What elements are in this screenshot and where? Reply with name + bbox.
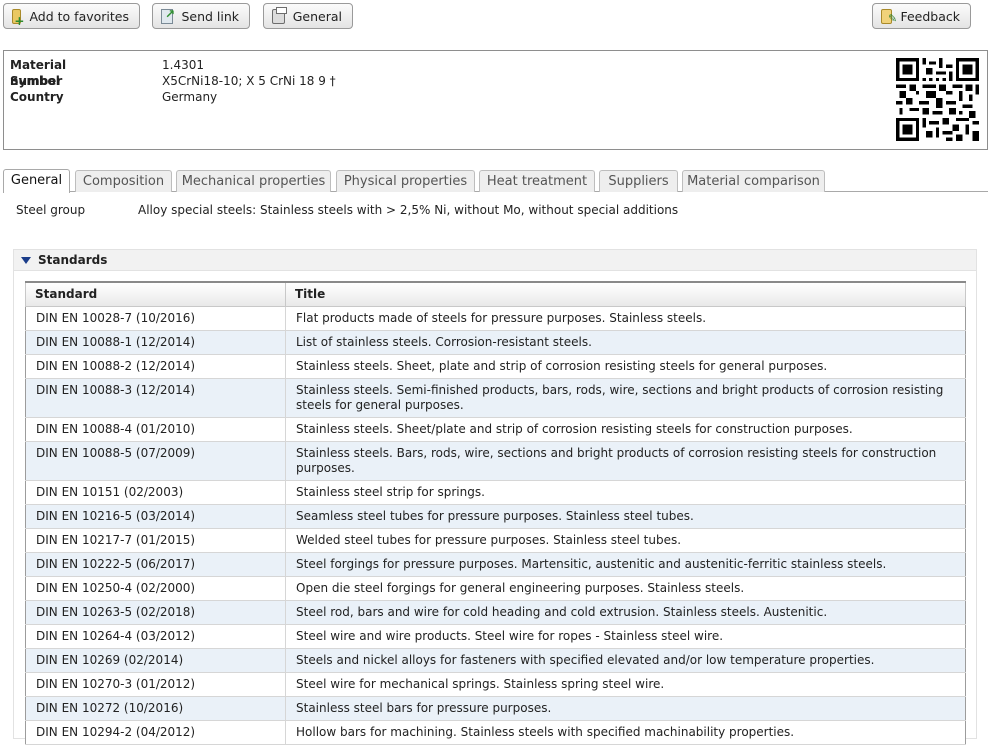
toolbar: Add to favorites Send link General Feedb… [0, 0, 992, 36]
table-row: DIN EN 10028-7 (10/2016) Flat products ma… [25, 306, 966, 331]
feedback-label: Feedback [900, 8, 960, 24]
tab-mechanical-properties[interactable]: Mechanical properties [176, 170, 331, 192]
title-cell: Hollow bars for machining. Stainless ste… [285, 720, 966, 745]
feedback-button[interactable]: Feedback [872, 3, 971, 29]
tab-heat-treatment[interactable]: Heat treatment [479, 170, 595, 192]
material-number-value: 1.4301 [162, 58, 204, 72]
standard-cell: DIN EN 10088-3 (12/2014) [25, 378, 286, 418]
standard-cell: DIN EN 10272 (10/2016) [25, 696, 286, 721]
standard-cell: DIN EN 10269 (02/2014) [25, 648, 286, 673]
country-value: Germany [162, 90, 218, 104]
table-row: DIN EN 10216-5 (03/2014) Seamless steel t… [25, 504, 966, 529]
column-header-title[interactable]: Title [285, 281, 966, 307]
table-row: DIN EN 10294-2 (04/2012) Hollow bars for … [25, 720, 966, 745]
standards-table-header: Standard Title [25, 281, 966, 307]
title-cell: Stainless steels. Sheet/plate and strip … [285, 417, 966, 442]
tab-material-comparison[interactable]: Material comparison [682, 170, 825, 192]
steel-group-label: Steel group [16, 203, 86, 217]
title-cell: Steel forgings for pressure purposes. Ma… [285, 552, 966, 577]
title-cell: Steel wire for mechanical springs. Stain… [285, 672, 966, 697]
title-cell: Steels and nickel alloys for fasteners w… [285, 648, 966, 673]
standards-table: Standard Title DIN EN 10028-7 (10/2016) F… [25, 281, 966, 745]
title-cell: Flat products made of steels for pressur… [285, 306, 966, 331]
tab-physical-properties[interactable]: Physical properties [336, 170, 475, 192]
standards-section-title: Standards [38, 253, 108, 267]
country-label: Country [10, 90, 64, 104]
standard-cell: DIN EN 10088-5 (07/2009) [25, 441, 286, 481]
title-cell: Stainless steels. Sheet, plate and strip… [285, 354, 966, 379]
symbol-value: X5CrNi18-10; X 5 CrNi 18 9 † [162, 74, 336, 88]
table-row: DIN EN 10088-4 (01/2010) Stainless steels… [25, 417, 966, 442]
title-cell: Seamless steel tubes for pressure purpos… [285, 504, 966, 529]
table-row: DIN EN 10272 (10/2016) Stainless steel ba… [25, 696, 966, 721]
column-header-standard[interactable]: Standard [25, 281, 286, 307]
title-cell: Stainless steels. Bars, rods, wire, sect… [285, 441, 966, 481]
table-row: DIN EN 10088-5 (07/2009) Stainless steels… [25, 441, 966, 481]
standard-cell: DIN EN 10250-4 (02/2000) [25, 576, 286, 601]
standard-cell: DIN EN 10216-5 (03/2014) [25, 504, 286, 529]
qr-code-icon [896, 58, 979, 141]
send-link-label: Send link [181, 8, 239, 24]
table-row: DIN EN 10269 (02/2014) Steels and nickel … [25, 648, 966, 673]
standard-cell: DIN EN 10217-7 (01/2015) [25, 528, 286, 553]
title-cell: Stainless steels. Semi-finished products… [285, 378, 966, 418]
standard-cell: DIN EN 10294-2 (04/2012) [25, 720, 286, 745]
printer-icon [272, 6, 287, 24]
symbol-label: Symbol [10, 74, 60, 88]
print-button[interactable]: General [263, 3, 353, 29]
standards-table-body: DIN EN 10028-7 (10/2016) Flat products ma… [25, 306, 966, 745]
standard-cell: DIN EN 10028-7 (10/2016) [25, 306, 286, 331]
table-row: DIN EN 10088-1 (12/2014) List of stainles… [25, 330, 966, 355]
title-cell: Steel wire and wire products. Steel wire… [285, 624, 966, 649]
standard-cell: DIN EN 10264-4 (03/2012) [25, 624, 286, 649]
title-cell: List of stainless steels. Corrosion-resi… [285, 330, 966, 355]
feedback-icon [881, 8, 898, 25]
table-row: DIN EN 10217-7 (01/2015) Welded steel tub… [25, 528, 966, 553]
standard-cell: DIN EN 10263-5 (02/2018) [25, 600, 286, 625]
steel-group-value: Alloy special steels: Stainless steels w… [138, 203, 679, 217]
table-row: DIN EN 10250-4 (02/2000) Open die steel f… [25, 576, 966, 601]
standards-section: Standards Standard Title DIN EN 10028-7 … [13, 249, 977, 745]
standard-cell: DIN EN 10222-5 (06/2017) [25, 552, 286, 577]
table-row: DIN EN 10270-3 (01/2012) Steel wire for m… [25, 672, 966, 697]
standard-cell: DIN EN 10151 (02/2003) [25, 480, 286, 505]
tab-bar: General Composition Mechanical propertie… [3, 169, 988, 193]
material-info-box: Material number 1.4301 Symbol X5CrNi18-1… [3, 50, 988, 150]
add-to-favorites-button[interactable]: Add to favorites [3, 3, 140, 29]
table-row: DIN EN 10151 (02/2003) Stainless steel st… [25, 480, 966, 505]
tab-suppliers[interactable]: Suppliers [599, 170, 678, 192]
table-row: DIN EN 10088-3 (12/2014) Stainless steels… [25, 378, 966, 418]
title-cell: Steel rod, bars and wire for cold headin… [285, 600, 966, 625]
standards-section-header[interactable]: Standards [14, 250, 976, 271]
favorites-icon [12, 8, 25, 28]
title-cell: Stainless steel strip for springs. [285, 480, 966, 505]
send-link-icon [161, 7, 176, 24]
tab-general[interactable]: General [3, 169, 70, 193]
title-cell: Open die steel forgings for general engi… [285, 576, 966, 601]
table-row: DIN EN 10222-5 (06/2017) Steel forgings f… [25, 552, 966, 577]
table-row: DIN EN 10088-2 (12/2014) Stainless steels… [25, 354, 966, 379]
table-row: DIN EN 10264-4 (03/2012) Steel wire and w… [25, 624, 966, 649]
title-cell: Welded steel tubes for pressure purposes… [285, 528, 966, 553]
title-cell: Stainless steel bars for pressure purpos… [285, 696, 966, 721]
standard-cell: DIN EN 10270-3 (01/2012) [25, 672, 286, 697]
print-label: General [292, 8, 342, 24]
standard-cell: DIN EN 10088-4 (01/2010) [25, 417, 286, 442]
collapse-triangle-icon[interactable] [21, 257, 31, 264]
standard-cell: DIN EN 10088-1 (12/2014) [25, 330, 286, 355]
add-to-favorites-label: Add to favorites [29, 8, 129, 24]
standard-cell: DIN EN 10088-2 (12/2014) [25, 354, 286, 379]
send-link-button[interactable]: Send link [152, 3, 250, 29]
table-row: DIN EN 10263-5 (02/2018) Steel rod, bars … [25, 600, 966, 625]
tab-composition[interactable]: Composition [75, 170, 172, 192]
steel-group-row: Steel group Alloy special steels: Stainl… [16, 203, 678, 217]
